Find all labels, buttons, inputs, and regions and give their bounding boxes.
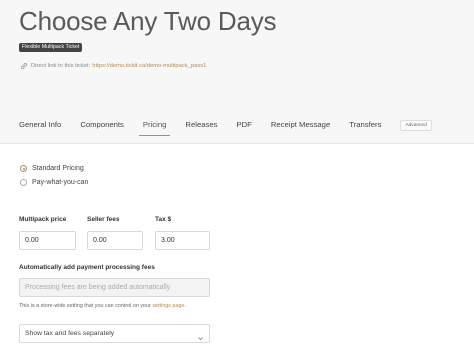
tab-receipt-message[interactable]: Receipt Message: [271, 116, 330, 143]
radio-standard-pricing[interactable]: Standard Pricing: [20, 165, 84, 172]
tax-display-value: Show tax and fees separately: [25, 330, 115, 337]
tab-pdf[interactable]: PDF: [236, 116, 251, 143]
tax-display-select[interactable]: Show tax and fees separately: [19, 324, 210, 343]
direct-link-label: Direct link to this ticket:: [31, 63, 91, 69]
multipack-price-label: Multipack price: [19, 216, 67, 223]
tab-transfers[interactable]: Transfers: [349, 116, 381, 143]
tab-bar: General Info Components Pricing Releases…: [19, 116, 432, 143]
radio-checked-icon[interactable]: [20, 165, 27, 172]
tab-components[interactable]: Components: [80, 116, 124, 143]
seller-fees-input[interactable]: 0.00: [87, 231, 143, 250]
page-title: Choose Any Two Days: [19, 6, 277, 36]
direct-link-row: Direct link to this ticket: https://demo…: [20, 62, 206, 70]
tab-releases[interactable]: Releases: [185, 116, 217, 143]
processing-fees-label: Automatically add payment processing fee…: [19, 264, 155, 271]
processing-fees-field: Processing fees are being added automati…: [19, 278, 210, 297]
tax-input[interactable]: 3.00: [155, 231, 210, 250]
tab-general-info[interactable]: General Info: [19, 116, 61, 143]
radio-pay-what-you-can[interactable]: Pay-what-you-can: [20, 179, 88, 186]
seller-fees-label: Seller fees: [87, 216, 120, 223]
store-setting-note: This is a store-wide setting that you ca…: [19, 303, 186, 309]
advanced-toggle[interactable]: Advanced: [400, 120, 432, 131]
settings-page-link[interactable]: settings page: [152, 303, 184, 309]
tab-pricing[interactable]: Pricing: [138, 116, 170, 143]
chevron-down-icon: [198, 331, 203, 341]
radio-label: Standard Pricing: [32, 165, 84, 172]
tax-label: Tax $: [155, 216, 172, 223]
radio-label: Pay-what-you-can: [32, 179, 89, 186]
note-text: This is a store-wide setting that you ca…: [19, 303, 151, 309]
direct-link-url[interactable]: https://demo.tickit.ca/demo-multipack_pa…: [92, 63, 206, 69]
radio-unchecked-icon[interactable]: [20, 179, 27, 186]
ticket-type-badge: Flexible Multipack Ticket: [19, 43, 83, 52]
link-icon: [20, 62, 28, 70]
header-area: Choose Any Two Days Flexible Multipack T…: [0, 0, 474, 144]
note-period: .: [184, 303, 186, 309]
multipack-price-input[interactable]: 0.00: [19, 231, 76, 250]
